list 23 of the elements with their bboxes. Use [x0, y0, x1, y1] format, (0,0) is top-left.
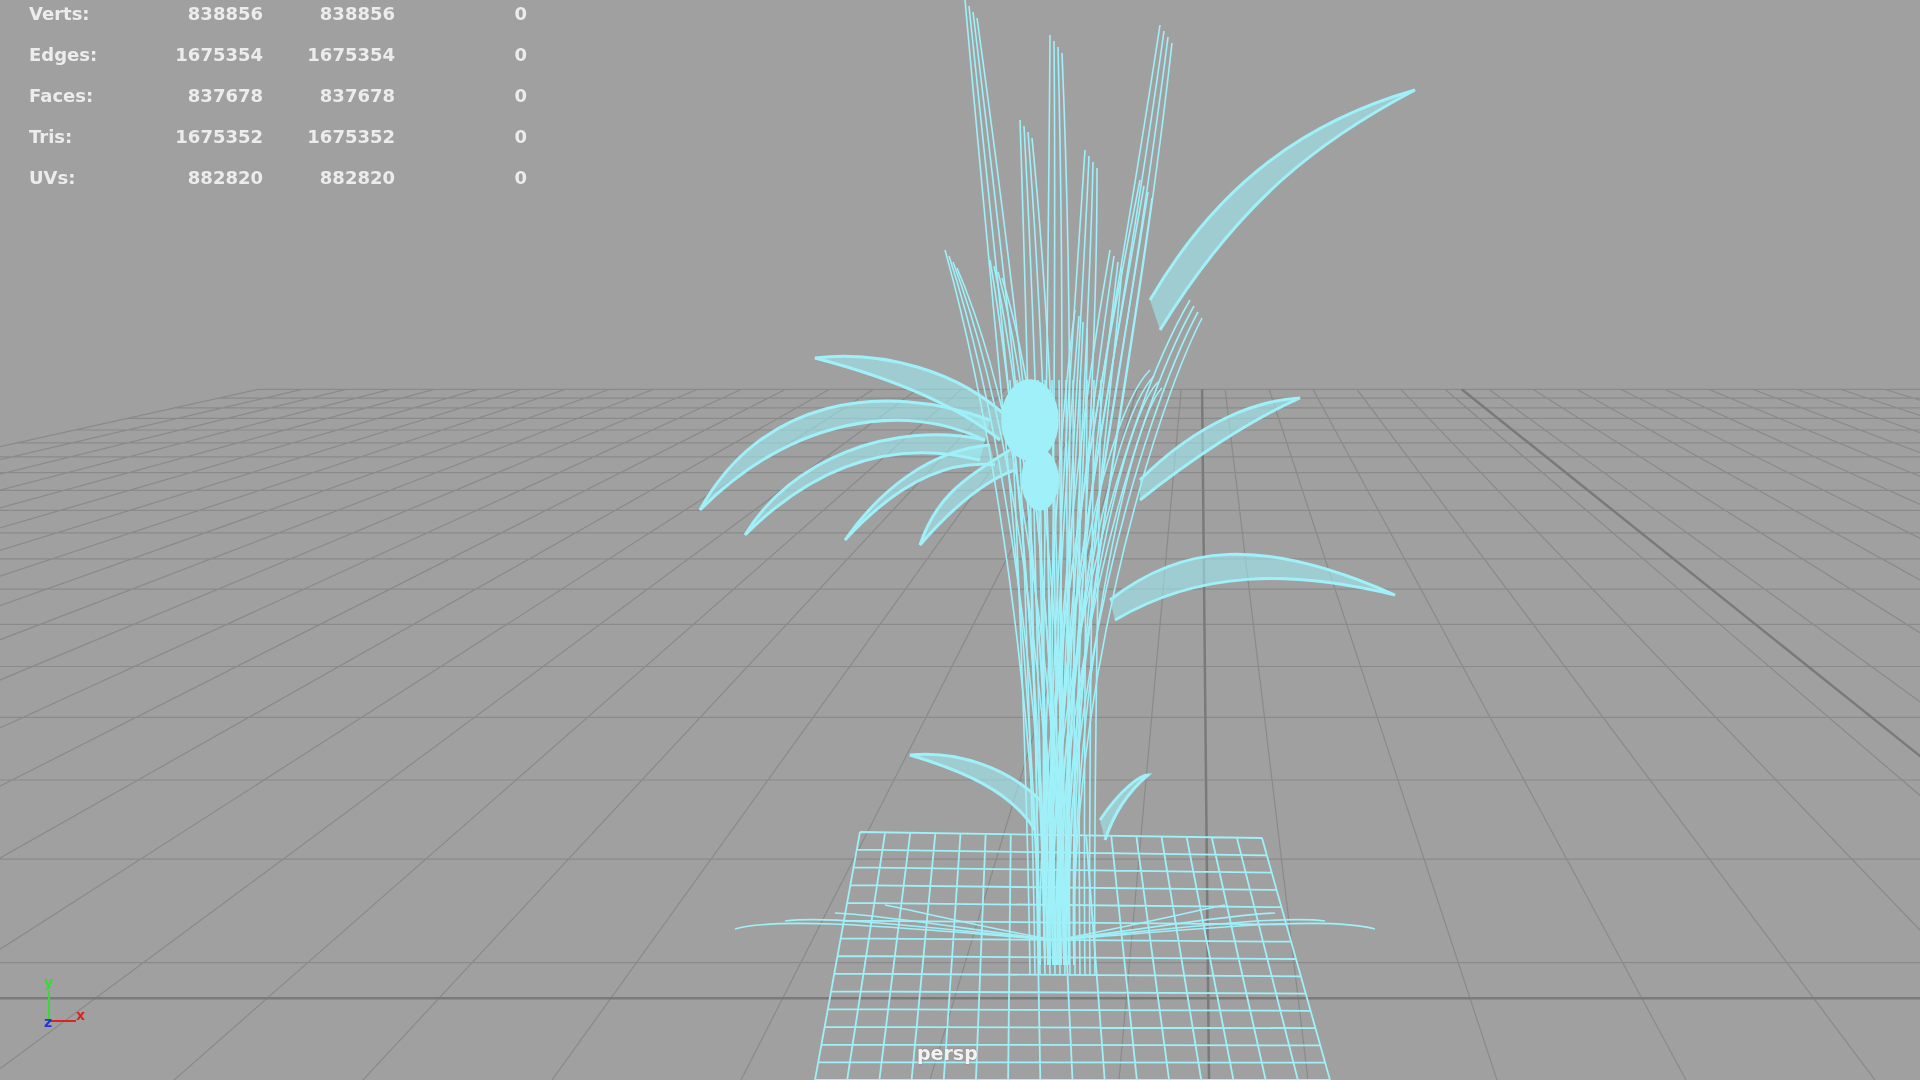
stat-value: 837678 — [318, 85, 395, 106]
stat-value: 1675354 — [306, 44, 395, 65]
stat-label: Faces: — [29, 85, 95, 106]
stat-value: 0 — [513, 126, 527, 147]
stat-value: 1675354 — [174, 44, 263, 65]
stat-value: 882820 — [318, 167, 395, 188]
stat-label: Verts: — [29, 3, 91, 24]
stat-value: 0 — [513, 85, 527, 106]
stat-label: UVs: — [29, 167, 77, 188]
x-axis-label: x — [76, 1008, 86, 1022]
stat-value: 838856 — [318, 3, 395, 24]
stat-value: 838856 — [186, 3, 263, 24]
stat-value: 882820 — [186, 167, 263, 188]
stat-label: Edges: — [29, 44, 99, 65]
y-axis-label: y — [44, 975, 54, 989]
stat-label: Tris: — [29, 126, 74, 147]
stat-value: 0 — [513, 3, 527, 24]
stat-value: 0 — [513, 167, 527, 188]
z-axis-label: z — [44, 1015, 53, 1029]
stat-value: 1675352 — [174, 126, 263, 147]
stat-value: 0 — [513, 44, 527, 65]
stat-value: 1675352 — [306, 126, 395, 147]
stat-value: 837678 — [186, 85, 263, 106]
